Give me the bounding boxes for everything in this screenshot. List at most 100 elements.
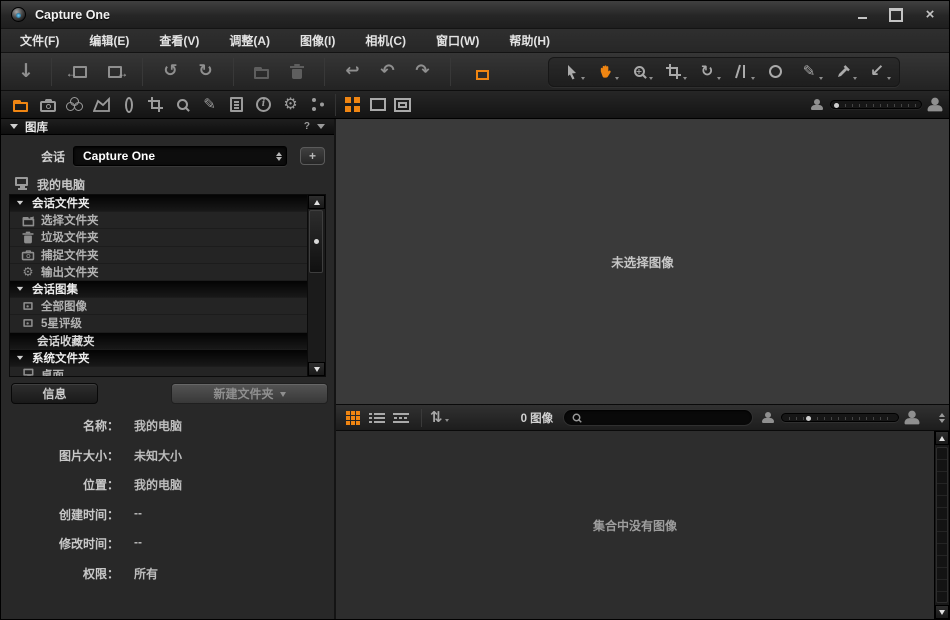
tree-item-selects-folder[interactable]: 选择文件夹 xyxy=(10,212,307,229)
minimize-icon[interactable] xyxy=(853,8,871,22)
viewer-empty-message: 未选择图像 xyxy=(611,252,674,271)
spot-icon xyxy=(769,65,782,78)
main-toolbar: ← → xyxy=(1,53,949,91)
scroll-up-icon[interactable] xyxy=(935,431,949,445)
view-single-button[interactable] xyxy=(365,93,390,117)
tab-metadata[interactable] xyxy=(250,92,277,118)
menu-edit[interactable]: 编辑(E) xyxy=(74,29,144,53)
menu-adjust[interactable]: 调整(A) xyxy=(214,29,285,53)
tree-item-all-images[interactable]: 全部图像 xyxy=(10,298,307,315)
view-grid-button[interactable] xyxy=(340,93,365,117)
tree-scroll-thumb[interactable] xyxy=(309,210,323,273)
close-icon[interactable] xyxy=(921,8,939,22)
keystone-tool-button[interactable] xyxy=(724,59,758,85)
tabrow-separator xyxy=(335,94,336,116)
browser-scroll-thumb[interactable] xyxy=(936,447,948,603)
undo-button[interactable] xyxy=(370,57,405,87)
redo-button[interactable] xyxy=(405,57,440,87)
brush-icon xyxy=(803,63,816,80)
add-session-button[interactable]: + xyxy=(300,147,325,165)
tab-lens[interactable] xyxy=(115,92,142,118)
menu-file[interactable]: 文件(F) xyxy=(5,29,74,53)
picker-tool-button[interactable] xyxy=(826,59,860,85)
view-proof-button[interactable] xyxy=(390,93,415,117)
computer-row[interactable]: 我的电脑 xyxy=(15,176,334,193)
browser-filmstrip-button[interactable] xyxy=(389,406,413,430)
import-button[interactable]: ← xyxy=(62,57,97,87)
rotate-tool-button[interactable] xyxy=(690,59,724,85)
thumbnail-zoom-slider[interactable] xyxy=(781,413,899,422)
browser-list-button[interactable] xyxy=(365,406,389,430)
gear-icon xyxy=(22,266,33,278)
tab-clipboard[interactable] xyxy=(223,92,250,118)
scroll-down-icon[interactable] xyxy=(308,362,325,376)
move-to-folder-button[interactable] xyxy=(244,57,279,87)
zoom-tool-button[interactable] xyxy=(622,59,656,85)
select-cursor-button[interactable] xyxy=(554,59,588,85)
tree-item-capture-folder[interactable]: 捕捉文件夹 xyxy=(10,247,307,264)
browser-scrollbar[interactable] xyxy=(934,431,949,619)
help-icon[interactable]: ? xyxy=(304,121,310,132)
tab-composition[interactable] xyxy=(142,92,169,118)
library-panel-header[interactable]: 图库 ? xyxy=(1,119,334,135)
image-browser: 集合中没有图像 xyxy=(336,431,949,619)
menu-view[interactable]: 查看(V) xyxy=(144,29,214,53)
rotate-cw-button[interactable] xyxy=(188,57,223,87)
tree-item-five-star[interactable]: 5星评级 xyxy=(10,315,307,332)
export-button[interactable]: → xyxy=(97,57,132,87)
tab-capture[interactable] xyxy=(34,92,61,118)
delete-button[interactable] xyxy=(279,57,314,87)
tab-details[interactable] xyxy=(169,92,196,118)
tree-item-output-folder[interactable]: 输出文件夹 xyxy=(10,264,307,281)
scroll-up-icon[interactable] xyxy=(308,195,325,209)
image-viewer: 未选择图像 xyxy=(336,119,949,404)
tab-color[interactable] xyxy=(61,92,88,118)
brush-tool-button[interactable] xyxy=(792,59,826,85)
tree-item-trash-folder[interactable]: 垃圾文件夹 xyxy=(10,229,307,246)
browser-grid-button[interactable] xyxy=(341,406,365,430)
tree-group-session-favorites[interactable]: 会话收藏夹 xyxy=(10,333,307,350)
panel-menu-icon[interactable] xyxy=(317,124,325,133)
undo-icon xyxy=(380,63,394,80)
select-cursor-icon xyxy=(564,64,579,80)
spot-tool-button[interactable] xyxy=(758,59,792,85)
browser-toolbar: 0 图像 xyxy=(336,404,949,431)
tree-group-system-folders[interactable]: 系统文件夹 xyxy=(10,350,307,367)
menu-help[interactable]: 帮助(H) xyxy=(494,29,565,53)
tab-exposure[interactable] xyxy=(88,92,115,118)
revert-button[interactable] xyxy=(335,57,370,87)
menu-image[interactable]: 图像(I) xyxy=(285,29,350,53)
tab-adjustments[interactable] xyxy=(196,92,223,118)
viewer-zoom-slider[interactable] xyxy=(830,100,922,109)
scroll-down-icon[interactable] xyxy=(935,605,949,619)
session-value: Capture One xyxy=(83,149,155,163)
new-folder-button[interactable]: 新建文件夹 xyxy=(171,383,328,404)
tab-library[interactable] xyxy=(7,92,34,118)
search-box[interactable] xyxy=(563,409,753,426)
search-input[interactable] xyxy=(587,412,745,424)
tree-item-desktop[interactable]: 桌面 xyxy=(10,367,307,376)
info-button[interactable]: 信息 xyxy=(11,383,98,404)
browser-resize-handle[interactable] xyxy=(939,410,947,426)
menubar: 文件(F) 编辑(E) 查看(V) 调整(A) 图像(I) 相机(C) 窗口(W… xyxy=(1,29,949,53)
menu-window[interactable]: 窗口(W) xyxy=(421,29,494,53)
rotate-ccw-button[interactable] xyxy=(153,57,188,87)
crop-tool-button[interactable] xyxy=(656,59,690,85)
pan-hand-button[interactable] xyxy=(588,59,622,85)
tab-output[interactable] xyxy=(277,92,304,118)
tree-scrollbar[interactable] xyxy=(307,195,325,376)
tree-group-session-folders[interactable]: 会话文件夹 xyxy=(10,195,307,212)
sort-button[interactable] xyxy=(430,409,449,426)
computer-label: 我的电脑 xyxy=(37,176,85,193)
maximize-icon[interactable] xyxy=(887,8,905,22)
copy-adjustments-button[interactable] xyxy=(461,57,496,87)
download-button[interactable] xyxy=(11,57,41,87)
session-dropdown[interactable]: Capture One xyxy=(73,146,287,166)
apply-tool-button[interactable] xyxy=(860,59,894,85)
spinner-icon[interactable] xyxy=(276,149,282,164)
tree-group-session-albums[interactable]: 会话图集 xyxy=(10,281,307,298)
tab-batch[interactable] xyxy=(304,92,331,118)
toolbar-separator xyxy=(233,58,234,86)
titlebar: Capture One xyxy=(1,1,949,29)
menu-camera[interactable]: 相机(C) xyxy=(350,29,421,53)
